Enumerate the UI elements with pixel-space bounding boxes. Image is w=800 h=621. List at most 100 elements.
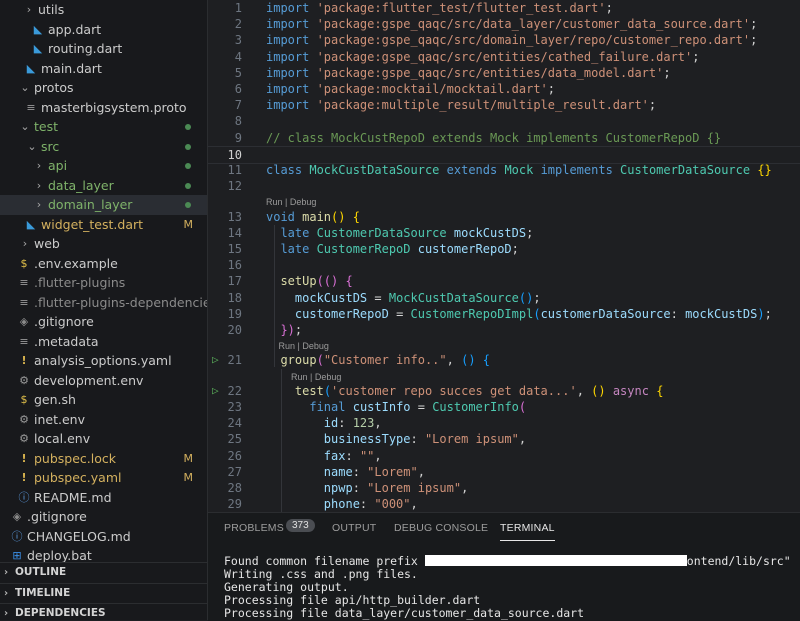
code-token: id: [323, 416, 339, 431]
tree-item-env-example[interactable]: $ .env.example: [0, 254, 207, 274]
tree-item-app-dart[interactable]: ◣ app.dart: [0, 20, 207, 40]
tree-item-label: development.env: [34, 372, 144, 388]
code-token: MockCustDataSource: [388, 290, 519, 305]
tree-item-data-layer[interactable]: › data_layer: [0, 176, 207, 196]
code-token: () {: [461, 353, 490, 368]
line-number: 18: [227, 290, 242, 305]
code-text: // class MockCustRepoD extends Mock impl…: [266, 130, 721, 146]
line-number: 5: [234, 65, 242, 80]
tree-item-flutter-plugins-dependencies[interactable]: ≡ .flutter-plugins-dependencies: [0, 293, 207, 313]
tree-item-api[interactable]: › api: [0, 156, 207, 176]
panel-dependencies[interactable]: › DEPENDENCIES: [0, 603, 207, 620]
tree-item-readme[interactable]: ⓘ README.md: [0, 488, 207, 508]
tree-item-label: gen.sh: [34, 392, 76, 407]
code-token: late: [280, 242, 317, 256]
code-token: ;: [764, 306, 772, 321]
code-line: 29 phone: "000",: [208, 496, 800, 512]
codelens-run-debug[interactable]: Run | Debug: [266, 195, 316, 209]
tree-item-widget-test-dart[interactable]: ◣ widget_test.dart M: [0, 215, 207, 235]
tree-item-label: protos: [34, 80, 74, 95]
codelens-run-debug[interactable]: Run | Debug: [279, 339, 329, 353]
code-token: group: [280, 353, 317, 368]
tree-item-gitignore[interactable]: ◈ .gitignore: [0, 312, 207, 332]
lines-icon: ≡: [19, 295, 29, 309]
tree-item-gen-sh[interactable]: $ gen.sh: [0, 390, 207, 410]
chevron-right-icon[interactable]: ›: [34, 176, 44, 196]
code-text: late CustomerDataSource mockCustDS;: [266, 225, 533, 241]
line-number: 13: [227, 209, 242, 224]
code-line: 11 class MockCustDataSource extends Mock …: [208, 162, 800, 178]
code-token: :: [359, 497, 375, 512]
lines-icon: ≡: [19, 334, 29, 348]
tab-output[interactable]: OUTPUT: [332, 522, 376, 534]
tree-item-changelog[interactable]: ⓘ CHANGELOG.md: [0, 527, 207, 547]
git-change-dot: [185, 182, 191, 189]
tree-item-masterbigsystem-proto[interactable]: ≡ masterbigsystem.proto: [0, 98, 207, 118]
chevron-right-icon[interactable]: ›: [24, 0, 34, 20]
dollar-icon: $: [20, 393, 28, 406]
chevron-right-icon: ›: [4, 567, 9, 578]
tree-item-analysis-options[interactable]: ! analysis_options.yaml: [0, 351, 207, 371]
chevron-right-icon[interactable]: ›: [20, 234, 30, 254]
tree-item-main-dart[interactable]: ◣ main.dart: [0, 59, 207, 79]
tree-item-src[interactable]: ⌄ src: [0, 137, 207, 157]
tree-item-label: .flutter-plugins: [34, 275, 126, 290]
tab-terminal[interactable]: TERMINAL: [500, 522, 555, 541]
tree-item-utils[interactable]: › utils: [0, 0, 207, 20]
code-token: ;: [663, 65, 671, 80]
code-text: import 'package:gspe_qaqc/src/entities/c…: [266, 49, 700, 65]
tree-item-development-env[interactable]: ⚙ development.env: [0, 371, 207, 391]
redacted-path-block: [424, 555, 687, 566]
line-number: 11: [227, 163, 242, 177]
code-token: (() {: [316, 274, 353, 289]
panel-outline[interactable]: › OUTLINE: [0, 562, 207, 583]
tree-item-web[interactable]: › web: [0, 234, 207, 254]
tree-item-flutter-plugins[interactable]: ≡ .flutter-plugins: [0, 273, 207, 293]
code-token: fax: [323, 448, 346, 463]
code-token: () {: [331, 209, 360, 224]
chevron-down-icon[interactable]: ⌄: [20, 78, 30, 98]
tree-item-metadata[interactable]: ≡ .metadata: [0, 332, 207, 352]
code-token: :: [352, 464, 368, 479]
tree-item-test[interactable]: ⌄ test: [0, 117, 207, 137]
code-token: 'package:gspe_qaqc/src/domain_layer/repo…: [316, 33, 751, 48]
terminal-output[interactable]: Found common filename prefix ontend/lib/…: [224, 555, 794, 620]
code-line: ▷ 22 test('customer repo succes get data.…: [208, 383, 800, 399]
code-token: ): [757, 306, 765, 321]
code-line: 12: [208, 178, 800, 194]
chevron-right-icon[interactable]: ›: [34, 195, 44, 215]
tree-item-local-env[interactable]: ⚙ local.env: [0, 429, 207, 449]
exclamation-icon: !: [21, 354, 27, 367]
chevron-down-icon[interactable]: ⌄: [20, 117, 30, 137]
tree-item-pubspec-yaml[interactable]: ! pubspec.yaml M: [0, 468, 207, 488]
tree-item-domain-layer[interactable]: › domain_layer: [0, 195, 207, 215]
code-text: import 'package:gspe_qaqc/src/domain_lay…: [266, 32, 757, 48]
tab-debug-console[interactable]: DEBUG CONSOLE: [394, 522, 488, 534]
tree-item-label: routing.dart: [48, 41, 123, 56]
code-token: ;: [750, 17, 758, 32]
code-token: custInfo: [352, 400, 418, 414]
tab-problems[interactable]: PROBLEMS: [224, 522, 284, 534]
chevron-down-icon[interactable]: ⌄: [27, 137, 37, 157]
code-token: 'package:multiple_result/multiple_result…: [316, 98, 649, 113]
git-change-dot: [185, 163, 191, 169]
tree-item-protos[interactable]: ⌄ protos: [0, 78, 207, 98]
tree-item-routing-dart[interactable]: ◣ routing.dart: [0, 39, 207, 59]
tree-item-label: web: [34, 236, 60, 251]
tree-item-gitignore-root[interactable]: ◈ .gitignore: [0, 507, 207, 527]
panel-tabs: PROBLEMS 373 OUTPUT DEBUG CONSOLE TERMIN…: [208, 513, 800, 543]
code-editor[interactable]: 1 import 'package:flutter_test/flutter_te…: [208, 0, 800, 512]
code-token: 'customer repo succes get data...': [331, 383, 577, 398]
panel-timeline[interactable]: › TIMELINE: [0, 582, 207, 604]
tree-item-label: CHANGELOG.md: [27, 528, 131, 544]
chevron-right-icon[interactable]: ›: [34, 156, 44, 176]
tree-item-label: .gitignore: [34, 314, 94, 329]
code-token: CustomerDataSource: [316, 225, 454, 240]
code-line: 9 // class MockCustRepoD extends Mock imp…: [208, 130, 800, 146]
code-text: phone: "000",: [266, 496, 418, 512]
tree-item-inet-env[interactable]: ⚙ inet.env: [0, 410, 207, 430]
code-token: CustomerRepoD: [316, 242, 418, 256]
codelens-run-debug[interactable]: Run | Debug: [291, 370, 341, 384]
tree-item-pubspec-lock[interactable]: ! pubspec.lock M: [0, 449, 207, 469]
